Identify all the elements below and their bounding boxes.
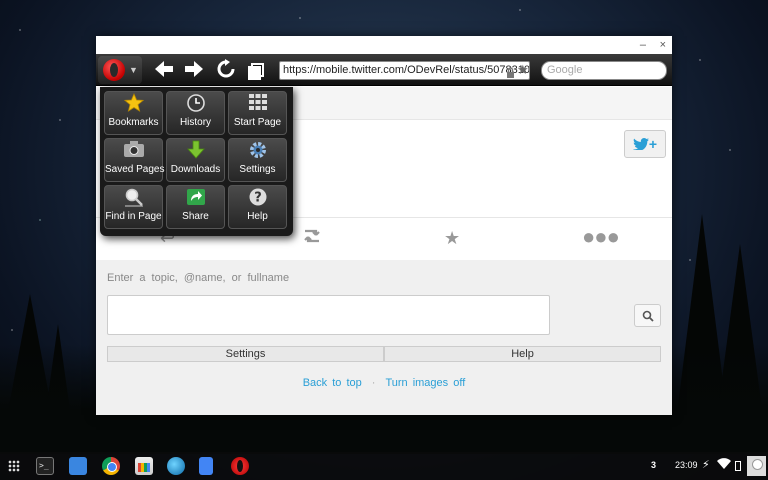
svg-text:?: ? — [254, 191, 262, 206]
search-hint: Enter a topic, @name, or fullname — [107, 272, 290, 284]
mobile-footer: Enter a topic, @name, or fullname Settin… — [96, 260, 672, 415]
menu-item-share[interactable]: Share — [166, 185, 225, 229]
menu-item-label: Bookmarks — [108, 117, 159, 128]
web-store-app-icon[interactable] — [135, 457, 153, 475]
grid-icon — [229, 93, 286, 117]
globe-app-icon[interactable] — [167, 457, 185, 475]
menu-item-find-in-page[interactable]: Find in Page — [104, 185, 163, 229]
menu-item-bookmarks[interactable]: Bookmarks — [104, 91, 163, 135]
lock-icon — [506, 65, 515, 78]
menu-item-label: History — [179, 117, 212, 128]
more-dots-icon[interactable]: ●●● — [582, 224, 620, 250]
menu-item-label: Downloads — [170, 164, 221, 175]
forward-arrow-icon[interactable] — [182, 59, 206, 81]
settings-link-button[interactable]: Settings — [107, 346, 384, 362]
reload-icon[interactable] — [214, 59, 238, 81]
footer-links: Back to top · Turn images off — [96, 377, 672, 389]
menu-item-label: Help — [247, 211, 268, 222]
menu-item-saved-pages[interactable]: Saved Pages — [104, 138, 165, 182]
menu-item-history[interactable]: History — [166, 91, 225, 135]
clock-time[interactable]: 23:09 — [675, 460, 698, 470]
follow-button[interactable]: + — [624, 130, 666, 158]
files-app-icon[interactable] — [69, 457, 87, 475]
menu-item-start-page[interactable]: Start Page — [228, 91, 287, 135]
tabs-icon[interactable] — [245, 59, 269, 81]
menu-item-downloads[interactable]: Downloads — [166, 138, 225, 182]
favorite-star-icon[interactable]: ★ — [444, 228, 460, 249]
twitter-bird-icon — [632, 138, 649, 151]
notification-count-badge[interactable]: 3 — [651, 460, 656, 470]
opera-logo-icon — [103, 59, 125, 81]
chrome-app-icon[interactable] — [102, 457, 120, 475]
clock-icon — [167, 93, 224, 117]
menu-item-label: Share — [182, 211, 209, 222]
docs-app-icon[interactable] — [199, 457, 213, 475]
terminal-app-icon[interactable]: >_ — [36, 457, 54, 475]
user-avatar[interactable] — [747, 456, 766, 476]
gear-icon — [229, 140, 286, 164]
address-bar[interactable]: https://mobile.twitter.com/ODevRel/statu… — [279, 61, 530, 80]
minimize-button[interactable]: – — [640, 38, 646, 52]
menu-item-settings[interactable]: Settings — [228, 138, 287, 182]
search-button[interactable] — [634, 304, 661, 327]
network-status-icon[interactable]: ⚡ — [702, 458, 710, 471]
follow-plus-label: + — [648, 136, 658, 152]
search-icon — [642, 310, 654, 322]
camera-icon — [105, 140, 162, 164]
twitter-search-input[interactable] — [107, 295, 550, 335]
download-arrow-icon — [167, 140, 224, 164]
window-titlebar[interactable]: – × — [96, 36, 672, 54]
menu-item-help[interactable]: ? Help — [228, 185, 287, 229]
wifi-icon[interactable] — [717, 458, 731, 472]
back-arrow-icon[interactable] — [152, 59, 176, 81]
link-separator: · — [371, 377, 376, 389]
menu-item-label: Find in Page — [105, 211, 162, 222]
turn-images-off-link[interactable]: Turn images off — [385, 377, 465, 389]
opera-speed-menu: Bookmarks History Start Page Saved Pages… — [100, 87, 293, 236]
help-link-button[interactable]: Help — [384, 346, 661, 362]
bookmark-star-icon[interactable]: ★ — [517, 62, 529, 78]
menu-item-label: Start Page — [233, 117, 282, 128]
menu-item-label: Saved Pages — [105, 164, 165, 175]
opera-app-icon[interactable] — [231, 457, 249, 475]
back-to-top-link[interactable]: Back to top — [303, 377, 362, 389]
share-icon — [167, 187, 224, 211]
system-shelf: >_ 3 23:09 ⚡ — [0, 452, 768, 480]
close-button[interactable]: × — [660, 38, 666, 52]
app-launcher-icon[interactable] — [8, 460, 20, 472]
question-icon: ? — [229, 187, 286, 211]
retweet-icon[interactable] — [301, 228, 323, 249]
menu-item-label: Settings — [239, 164, 276, 175]
star-icon — [105, 92, 162, 117]
search-input[interactable]: Google — [541, 61, 667, 80]
browser-toolbar: ▼ https://mobile.twitter.com/ODevRel/sta… — [96, 54, 672, 86]
opera-menu-button[interactable]: ▼ — [98, 56, 142, 84]
battery-icon[interactable] — [735, 461, 741, 471]
magnifier-icon — [105, 187, 162, 211]
chevron-down-icon: ▼ — [129, 65, 138, 75]
